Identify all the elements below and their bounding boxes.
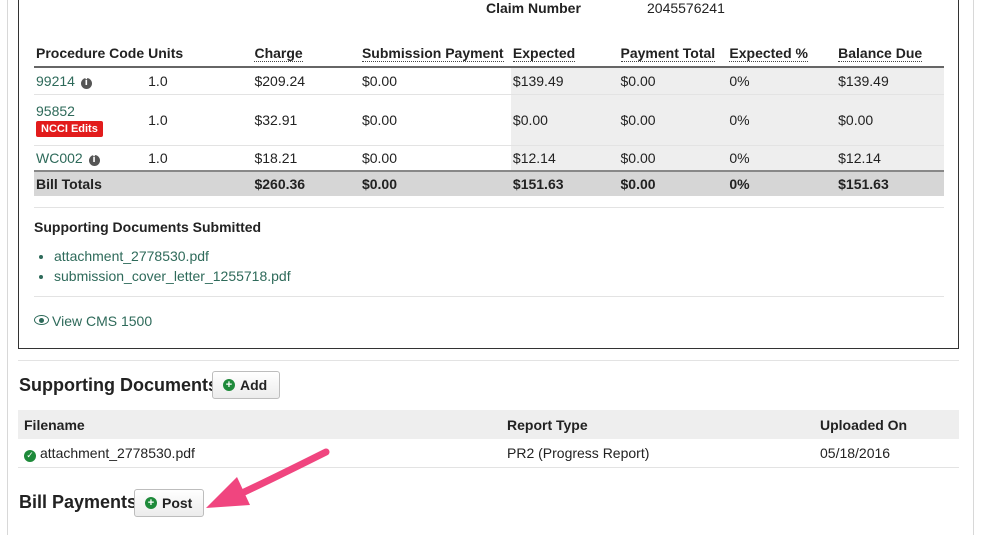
pink-arrow-annotation xyxy=(206,448,330,508)
